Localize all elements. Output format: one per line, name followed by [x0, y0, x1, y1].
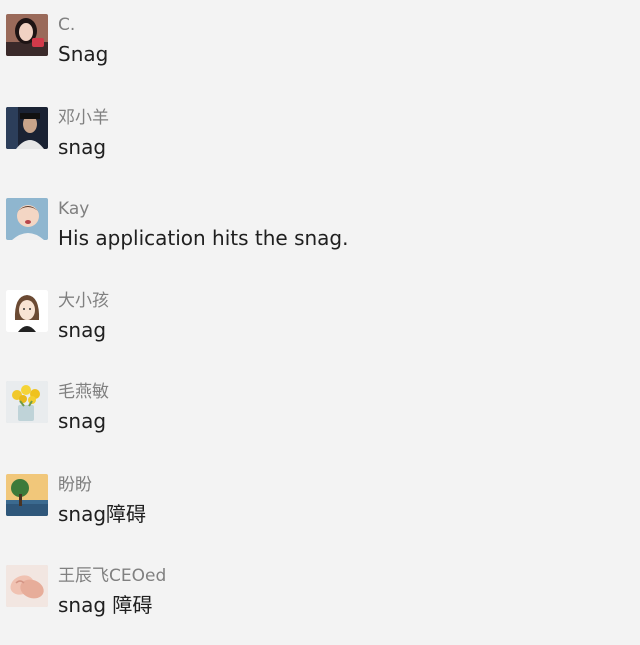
comment-item: Kay His application hits the snag.	[0, 198, 640, 278]
comment-author[interactable]: C.	[58, 15, 75, 35]
comment-text: His application hits the snag.	[58, 226, 349, 250]
comment-feed: C. Snag 邓小羊 snag Kay His application hit…	[0, 0, 640, 627]
comment-item: C. Snag	[0, 14, 640, 94]
tree-landscape-avatar[interactable]	[6, 474, 48, 516]
comment-text: snag障碍	[58, 502, 147, 526]
comment-author[interactable]: 王辰飞CEOed	[58, 566, 166, 586]
comment-item: 大小孩 snag	[0, 290, 640, 370]
comment-text: snag	[58, 135, 107, 159]
comment-author[interactable]: 盼盼	[58, 475, 92, 495]
comment-text: snag	[58, 409, 107, 433]
cartoon-girl-avatar[interactable]	[6, 290, 48, 332]
comment-item: 盼盼 snag障碍	[0, 474, 640, 554]
comment-text: Snag	[58, 42, 109, 66]
comment-item: 毛燕敏 snag	[0, 381, 640, 461]
woman-portrait-avatar[interactable]	[6, 14, 48, 56]
comment-author[interactable]: 大小孩	[58, 291, 109, 311]
comment-item: 邓小羊 snag	[0, 107, 640, 187]
comment-item: 王辰飞CEOed snag 障碍	[0, 565, 640, 645]
dark-portrait-avatar[interactable]	[6, 107, 48, 149]
comment-author[interactable]: 邓小羊	[58, 108, 109, 128]
yellow-flowers-avatar[interactable]	[6, 381, 48, 423]
baby-photo-avatar[interactable]	[6, 198, 48, 240]
hands-photo-avatar[interactable]	[6, 565, 48, 607]
comment-text: snag 障碍	[58, 593, 153, 617]
comment-text: snag	[58, 318, 107, 342]
comment-author[interactable]: Kay	[58, 199, 89, 219]
comment-author[interactable]: 毛燕敏	[58, 382, 109, 402]
